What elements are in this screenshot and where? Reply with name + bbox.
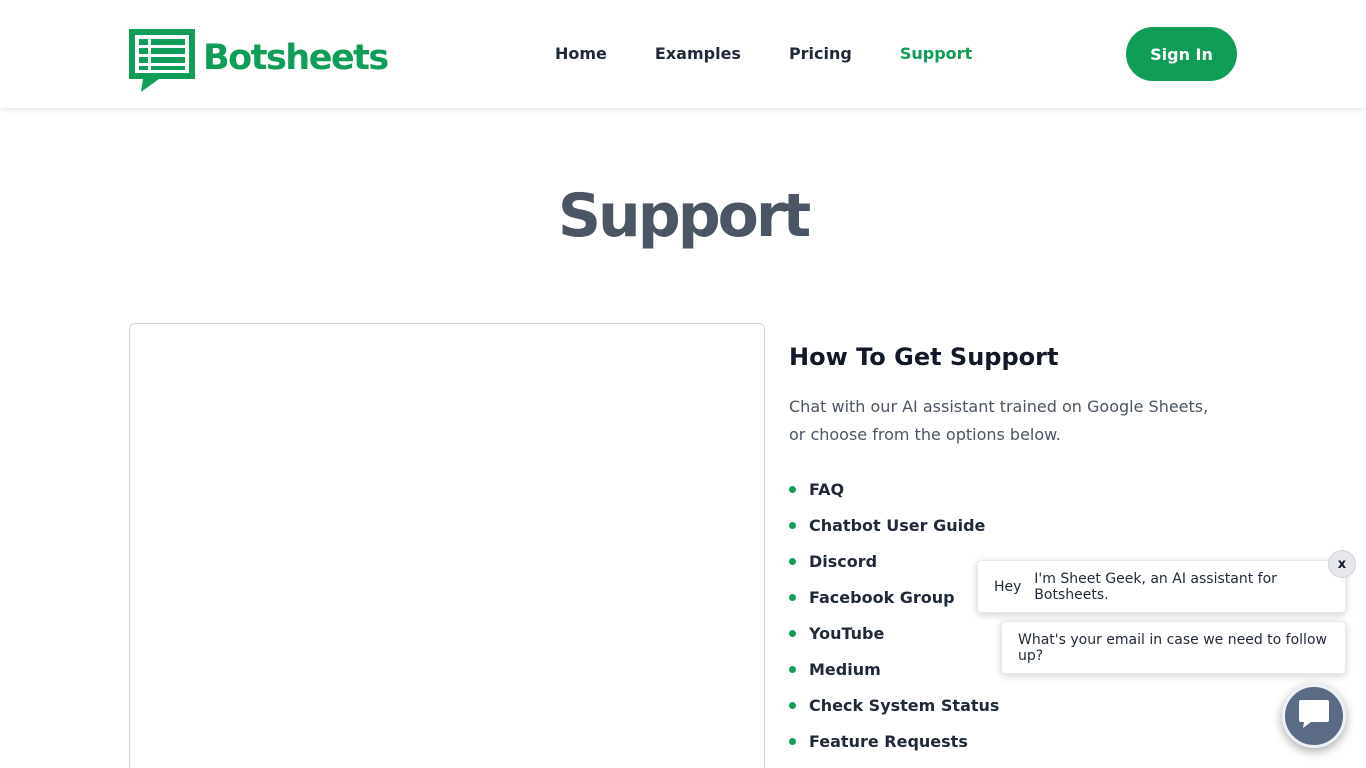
logo-wordmark: Botsheets [203,38,389,78]
support-intro: Chat with our AI assistant trained on Go… [789,397,1209,444]
bullet-dot [789,593,796,601]
link-check-system-status[interactable]: Check System Status [809,696,999,715]
link-facebook-group[interactable]: Facebook Group [809,588,955,607]
close-chat-button[interactable]: x [1328,550,1356,578]
bullet-dot [789,629,796,637]
chat-embed-frame[interactable] [129,323,765,768]
bullet-dot [789,521,796,529]
list-item: Check System Status [789,687,999,723]
sign-in-button[interactable]: Sign In [1126,27,1237,81]
link-chatbot-user-guide[interactable]: Chatbot User Guide [809,516,985,535]
nav-home[interactable]: Home [555,44,607,64]
chat-bubble-icon [1297,698,1331,735]
chat-launcher-button[interactable] [1282,684,1346,748]
botsheets-logo[interactable]: Botsheets [129,29,389,92]
main-nav: Home Examples Pricing Support [555,44,1020,64]
list-item: Medium [789,651,999,687]
nav-examples[interactable]: Examples [655,44,741,64]
link-faq[interactable]: FAQ [809,480,844,499]
nav-pricing[interactable]: Pricing [789,44,852,64]
nav-support[interactable]: Support [900,44,972,64]
link-youtube[interactable]: YouTube [809,624,884,643]
sheet-chat-icon [129,29,195,92]
greeting-message: I'm Sheet Geek, an AI assistant for Bots… [1034,570,1277,603]
support-heading: How To Get Support [789,343,1059,371]
list-item: YouTube [789,615,999,651]
question-message: What's your email in case we need to fol… [1018,631,1327,664]
link-feature-requests[interactable]: Feature Requests [809,732,968,751]
chat-question-bubble[interactable]: What's your email in case we need to fol… [1001,621,1346,674]
list-item: Facebook Group [789,579,999,615]
list-item: Discord [789,543,999,579]
greeting-word: Hey [994,578,1022,595]
bullet-dot [789,557,796,565]
list-item: Chatbot User Guide [789,507,999,543]
bullet-dot [789,665,796,673]
page-title: Support [557,181,811,251]
bullet-dot [789,485,796,493]
list-item: Feature Requests [789,723,999,759]
support-options-list: FAQ Chatbot User Guide Discord Facebook … [789,471,999,759]
list-item: FAQ [789,471,999,507]
link-medium[interactable]: Medium [809,660,881,679]
site-header: Botsheets Home Examples Pricing Support … [0,0,1366,108]
bullet-dot [789,737,796,745]
chat-greeting-bubble[interactable]: Hey I'm Sheet Geek, an AI assistant for B… [977,560,1346,613]
link-discord[interactable]: Discord [809,552,877,571]
bullet-dot [789,701,796,709]
